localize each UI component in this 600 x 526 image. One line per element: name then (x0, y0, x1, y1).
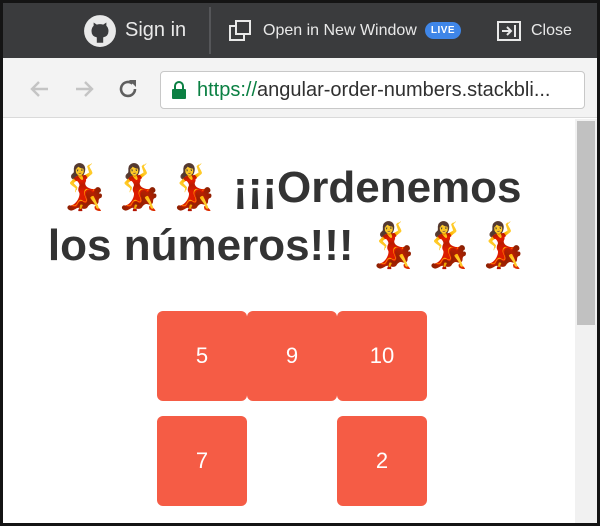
open-new-window-label: Open in New Window (263, 21, 417, 39)
vertical-scrollbar[interactable] (575, 119, 597, 523)
url-field[interactable]: https://angular-order-numbers.stackbli..… (160, 71, 585, 109)
sign-in-label: Sign in (125, 19, 187, 41)
lock-icon (172, 81, 186, 99)
number-tile[interactable]: 5 (157, 311, 247, 401)
dancer-emoji-right: 💃💃💃 (365, 220, 531, 271)
forward-arrow-icon (76, 81, 94, 97)
reload-icon (119, 80, 137, 98)
top-toolbar: Sign in Open in New Window LIVE Close (3, 3, 597, 58)
stackblitz-window: Sign in Open in New Window LIVE Close ht… (3, 3, 597, 523)
close-button[interactable]: Close (497, 3, 572, 58)
reload-button[interactable] (115, 76, 141, 102)
toolbar-divider (209, 7, 211, 54)
number-tile[interactable]: 9 (247, 311, 337, 401)
number-tile[interactable]: 10 (337, 311, 427, 401)
live-badge: LIVE (424, 22, 462, 39)
dancer-emoji-left: 💃💃💃 (56, 162, 221, 213)
scrollbar-thumb[interactable] (577, 121, 595, 325)
browser-address-bar: https://angular-order-numbers.stackbli..… (3, 58, 597, 118)
close-label: Close (531, 21, 572, 39)
number-tile[interactable]: 2 (337, 416, 427, 506)
url-scheme: https:// (197, 78, 258, 101)
page-content: 💃💃💃 ¡¡¡Ordenemos los números!!! 💃💃💃 5 9 … (3, 119, 575, 523)
open-in-new-window-button[interactable]: Open in New Window LIVE (229, 3, 462, 58)
page-title: 💃💃💃 ¡¡¡Ordenemos los números!!! 💃💃💃 (23, 159, 555, 275)
github-icon (84, 14, 116, 47)
back-button[interactable] (27, 76, 53, 102)
forward-button[interactable] (71, 76, 97, 102)
url-host: angular-order-numbers.stackbli... (257, 78, 551, 101)
new-window-icon (229, 19, 251, 41)
close-panel-icon (497, 20, 521, 41)
sign-in-button[interactable]: Sign in (83, 3, 186, 58)
back-arrow-icon (30, 81, 48, 97)
number-tile[interactable]: 7 (157, 416, 247, 506)
